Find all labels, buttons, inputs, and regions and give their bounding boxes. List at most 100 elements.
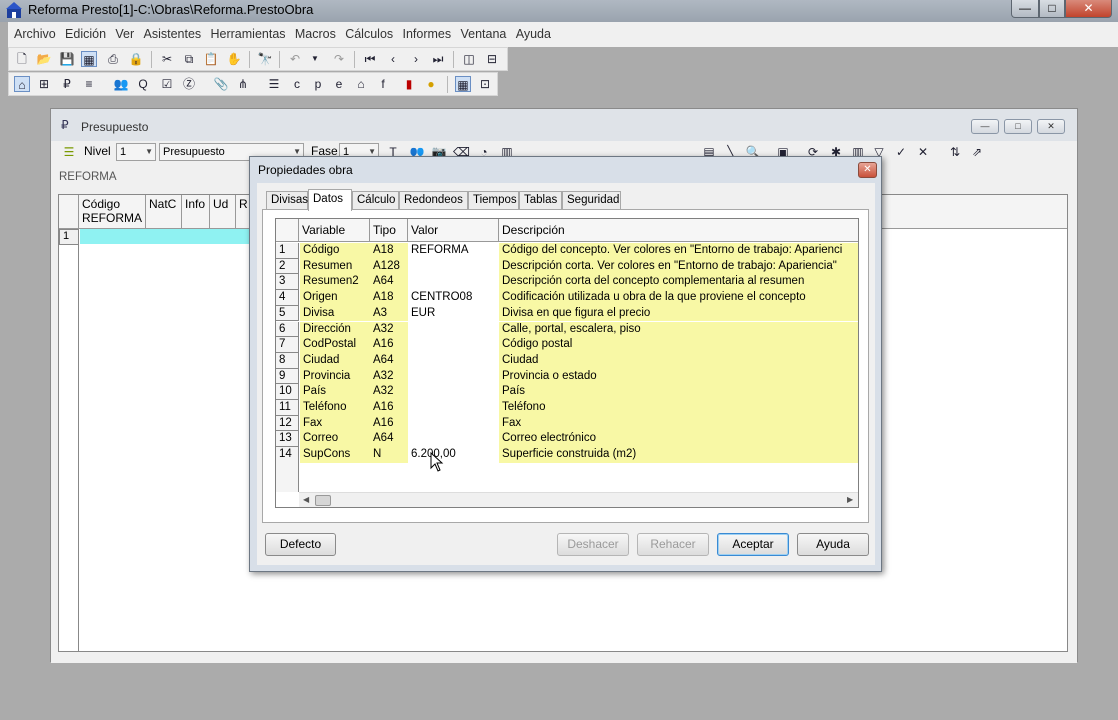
budget-icon[interactable]: ₽: [59, 76, 75, 92]
first-record-icon[interactable]: ⏮: [362, 51, 378, 67]
redo-icon[interactable]: ↷: [331, 51, 347, 67]
grid-header-info[interactable]: Info: [182, 195, 210, 229]
spellcheck-icon[interactable]: ✓: [893, 144, 909, 160]
structure-icon[interactable]: ⊞: [36, 76, 52, 92]
child-minimize-button[interactable]: —: [971, 119, 999, 134]
child-restore-button[interactable]: □: [1004, 119, 1032, 134]
grid-header-codigo[interactable]: Código REFORMA: [79, 195, 146, 229]
menu-archivo[interactable]: Archivo: [14, 22, 56, 47]
menu-edicion[interactable]: Edición: [65, 22, 106, 47]
column-header-descripcion[interactable]: Descripción: [499, 219, 858, 242]
sun-icon[interactable]: ●: [423, 76, 439, 92]
scroll-thumb[interactable]: [315, 495, 331, 506]
child-close-button[interactable]: ✕: [1037, 119, 1065, 134]
property-row[interactable]: 14 SupCons N 6.200,00 Superficie construida …: [276, 447, 858, 463]
rehacer-button[interactable]: Rehacer: [637, 533, 709, 556]
undo-icon[interactable]: ↶: [287, 51, 303, 67]
tab-datos[interactable]: Datos: [308, 189, 352, 211]
property-row[interactable]: 11 Teléfono A16 Teléfono: [276, 400, 858, 416]
dialog-close-button[interactable]: ✕: [858, 162, 877, 178]
property-row[interactable]: 13 Correo A64 Correo electrónico: [276, 431, 858, 448]
p-icon[interactable]: p: [310, 76, 326, 92]
menu-ayuda[interactable]: Ayuda: [516, 22, 551, 47]
scroll-right-icon[interactable]: ▶: [847, 495, 853, 504]
z-icon[interactable]: Ⓩ: [181, 76, 197, 92]
cut-icon[interactable]: ✂: [159, 51, 175, 67]
grid-row-number[interactable]: 1: [59, 229, 79, 245]
aceptar-button[interactable]: Aceptar: [717, 533, 789, 556]
property-row[interactable]: 10 País A32 País: [276, 384, 858, 400]
open-folder-icon[interactable]: 📂: [36, 51, 52, 67]
sort-icon[interactable]: ⇅: [947, 144, 963, 160]
query-icon[interactable]: Q: [135, 76, 151, 92]
next-record-icon[interactable]: ›: [408, 51, 424, 67]
defecto-button[interactable]: Defecto: [265, 533, 336, 556]
valor-cell[interactable]: [408, 337, 499, 353]
tab-seguridad[interactable]: Seguridad: [562, 191, 621, 209]
menu-asistentes[interactable]: Asistentes: [143, 22, 201, 47]
property-row[interactable]: 2 Resumen A128 Descripción corta. Ver color…: [276, 258, 858, 275]
property-row[interactable]: 9 Provincia A32 Provincia o estado: [276, 368, 858, 385]
maximize-button[interactable]: □: [1039, 0, 1065, 18]
tab-redondeos[interactable]: Redondeos: [399, 191, 468, 209]
grid-header-ud[interactable]: Ud: [210, 195, 236, 229]
menu-ventana[interactable]: Ventana: [460, 22, 506, 47]
clipboard-special-icon[interactable]: ✋: [226, 51, 242, 67]
last-record-icon[interactable]: ⏭: [430, 51, 446, 67]
panel-view-icon[interactable]: ⊡: [477, 76, 493, 92]
menu-herramientas[interactable]: Herramientas: [211, 22, 286, 47]
minimize-button[interactable]: —: [1011, 0, 1039, 18]
property-row[interactable]: 7 CodPostal A16 Código postal: [276, 337, 858, 353]
home-icon[interactable]: ⌂: [14, 76, 30, 92]
home-a-icon[interactable]: ⌂: [353, 76, 369, 92]
selected-row-cell[interactable]: [80, 229, 252, 244]
split-vertical-icon[interactable]: ◫: [461, 51, 477, 67]
valor-cell[interactable]: [408, 258, 499, 275]
scroll-left-icon[interactable]: ◀: [303, 495, 309, 504]
copy-icon[interactable]: ⧉: [181, 51, 197, 67]
valor-cell[interactable]: CENTRO08: [408, 290, 499, 306]
property-row[interactable]: 8 Ciudad A64 Ciudad: [276, 352, 858, 369]
e-icon[interactable]: e: [331, 76, 347, 92]
valor-cell[interactable]: [408, 400, 499, 416]
column-header-variable[interactable]: Variable: [299, 219, 370, 242]
tab-divisas[interactable]: Divisas: [266, 191, 308, 209]
property-row[interactable]: 12 Fax A16 Fax: [276, 415, 858, 432]
nivel-select[interactable]: 1 ▼: [116, 143, 156, 161]
ayuda-button[interactable]: Ayuda: [797, 533, 869, 556]
c-icon[interactable]: c: [289, 76, 305, 92]
f-icon[interactable]: f: [375, 76, 391, 92]
column-header-tipo[interactable]: Tipo: [370, 219, 408, 242]
grid-view-icon[interactable]: ▦: [455, 76, 471, 92]
lock-icon[interactable]: 🔒: [128, 51, 144, 67]
documents-icon[interactable]: ▮: [401, 76, 417, 92]
property-row[interactable]: 1 Código A18 REFORMA Código del concepto. Ve…: [276, 243, 858, 259]
properties-grid[interactable]: Variable Tipo Valor Descripción 1 Código A…: [275, 218, 859, 508]
property-row[interactable]: 4 Origen A18 CENTRO08 Codificación utilizada…: [276, 290, 858, 306]
menu-macros[interactable]: Macros: [295, 22, 336, 47]
property-row[interactable]: 6 Dirección A32 Calle, portal, escalera, pi…: [276, 321, 858, 338]
phase-icon[interactable]: ☑: [159, 76, 175, 92]
tab-calculo[interactable]: Cálculo: [352, 191, 399, 209]
menu-informes[interactable]: Informes: [402, 22, 451, 47]
property-row[interactable]: 5 Divisa A3 EUR Divisa en que figura el prec…: [276, 305, 858, 322]
attach-icon[interactable]: 📎: [213, 76, 229, 92]
menu-calculos[interactable]: Cálculos: [345, 22, 393, 47]
new-file-icon[interactable]: 🗋: [14, 51, 30, 67]
export-icon[interactable]: ⇗: [969, 144, 985, 160]
deshacer-button[interactable]: Deshacer: [557, 533, 629, 556]
valor-cell[interactable]: EUR: [408, 305, 499, 322]
column-header-valor[interactable]: Valor: [408, 219, 499, 242]
valor-cell[interactable]: [408, 431, 499, 448]
save-icon[interactable]: 💾: [59, 51, 75, 67]
valor-cell[interactable]: [408, 321, 499, 338]
menu-ver[interactable]: Ver: [115, 22, 134, 47]
grid-header-natc[interactable]: NatC: [146, 195, 182, 229]
find-binoculars-icon[interactable]: 🔭: [257, 51, 273, 67]
split-horizontal-icon[interactable]: ⊟: [484, 51, 500, 67]
print-icon[interactable]: ⎙: [105, 51, 121, 67]
valor-cell[interactable]: [408, 352, 499, 369]
paste-icon[interactable]: 📋: [203, 51, 219, 67]
tab-tablas[interactable]: Tablas: [519, 191, 562, 209]
valor-cell[interactable]: [408, 274, 499, 291]
